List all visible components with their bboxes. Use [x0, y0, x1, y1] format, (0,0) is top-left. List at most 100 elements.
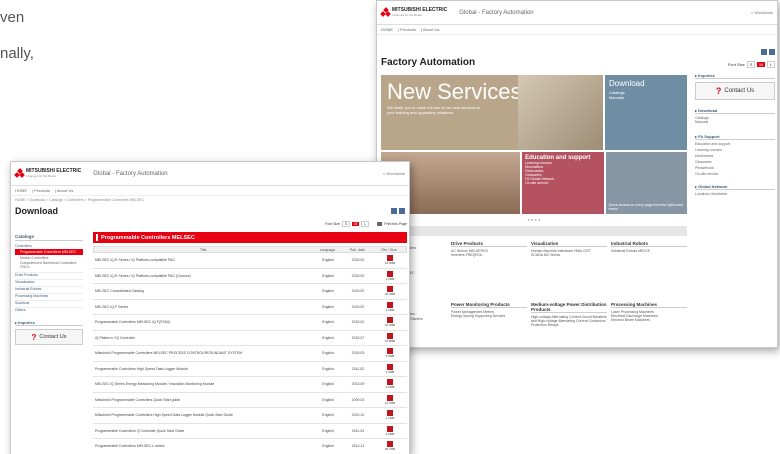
sidebar-link[interactable]: Phrasebook — [695, 166, 775, 170]
worldwide-link[interactable]: » Worldwide — [751, 10, 773, 15]
row-title[interactable]: MELSEC Consolidated Catalog — [93, 289, 313, 293]
printer-icon[interactable] — [377, 222, 383, 226]
row-title[interactable]: Programmable Controllers MELSEC-L series — [93, 444, 313, 448]
table-row[interactable]: Mitsubishi Programmable Controllers MELS… — [93, 346, 407, 362]
row-file[interactable]: 12.7MB — [373, 394, 407, 405]
row-title[interactable]: MELSEC iQ-R Series / iQ Platform-compati… — [93, 274, 313, 278]
nav-products[interactable]: Products — [400, 27, 416, 32]
table-row[interactable]: MELSEC iQ-R Series / iQ Platform-compati… — [93, 269, 407, 284]
left-nav-item[interactable]: Processing Machines — [15, 293, 83, 298]
nav-home[interactable]: HOME — [15, 188, 27, 193]
font-size-m[interactable]: M — [757, 61, 765, 67]
print-icon[interactable] — [391, 208, 397, 214]
font-size-s[interactable]: S — [746, 60, 756, 68]
row-file[interactable]: 3.6MB — [373, 379, 407, 389]
row-title[interactable]: MELSEC iQ-F Series — [93, 305, 313, 309]
row-file[interactable]: 15.8MB — [373, 332, 407, 343]
left-nav-item[interactable]: Solutions — [15, 300, 83, 305]
new-services-banner[interactable]: New Services We invite you to make full … — [381, 75, 603, 150]
sidebar-link[interactable]: Locations Worldwide — [695, 192, 775, 196]
left-nav-item[interactable]: Drive Products — [15, 272, 83, 277]
row-title[interactable]: iQ Platform / iQ Controller — [93, 336, 313, 340]
table-row[interactable]: MELSEC iQ-R Series / iQ Platform-compati… — [93, 253, 407, 269]
row-title[interactable]: Programmable Controllers Q Controller Qu… — [93, 429, 313, 433]
worldwide-link[interactable]: » Worldwide — [383, 171, 405, 176]
row-title[interactable]: MELSEC iQ Series Energy Measuring Module… — [93, 382, 313, 386]
mitsubishi-logo[interactable]: MITSUBISHI ELECTRIC Changes for the Bett… — [380, 7, 447, 17]
font-size-s[interactable]: S — [342, 221, 351, 227]
sidebar-link[interactable]: Glossaries — [695, 160, 775, 164]
nav-home[interactable]: HOME — [381, 27, 393, 32]
font-size-l[interactable]: L — [766, 60, 775, 68]
education-panel[interactable]: Education and support Learning courses S… — [522, 152, 604, 214]
category-title[interactable]: Industrial Robots — [611, 241, 687, 247]
mitsubishi-logo[interactable]: MITSUBISHI ELECTRIC Changes for the Bett… — [14, 168, 81, 178]
row-title[interactable]: Mitsubishi Programmable Controllers High… — [93, 413, 313, 417]
table-row[interactable]: Programmable Controllers MELSEC-L series… — [93, 439, 407, 454]
category-title[interactable]: Drive Products — [451, 241, 527, 247]
print-icon[interactable] — [761, 49, 767, 55]
category-link[interactable]: High-voltage Alternating Current Circuit… — [531, 315, 607, 323]
category-title[interactable]: Processing Machines — [611, 302, 687, 308]
table-row[interactable]: MELSEC iQ Series Energy Measuring Module… — [93, 377, 407, 393]
nav-about[interactable]: About Us — [57, 188, 73, 193]
table-row[interactable]: Mitsubishi Programmable Controllers High… — [93, 408, 407, 424]
category-link[interactable]: Energy Saving Supporting Devices — [451, 314, 527, 318]
nav-about[interactable]: About Us — [423, 27, 439, 32]
category-title[interactable]: Power Monitoring Products — [451, 302, 527, 308]
row-file[interactable]: 30.3MB — [373, 286, 407, 296]
left-nav-item[interactable]: Industrial Robots — [15, 286, 83, 291]
row-title[interactable]: Programmable Controllers High Speed Data… — [93, 367, 313, 371]
row-file[interactable]: 2.4MB — [373, 363, 407, 374]
sidebar-link[interactable]: On-site service — [695, 172, 775, 176]
category-title[interactable]: Medium-voltage Power Distribution Produc… — [531, 302, 607, 313]
table-row[interactable]: Programmable Controllers High Speed Data… — [93, 362, 407, 377]
left-nav-item[interactable]: Computerized Numerical Controllers CNCs — [15, 261, 83, 269]
share-icon[interactable] — [769, 49, 775, 55]
font-size-m[interactable]: M — [352, 222, 360, 226]
print-link[interactable]: Print this Page — [384, 222, 407, 226]
sidebar-link[interactable]: Manuals — [695, 120, 775, 124]
row-file[interactable]: 4.9MB — [373, 425, 407, 436]
row-file[interactable]: 10.2MB — [373, 317, 407, 327]
row-title[interactable]: Mitsubishi Programmable Controllers Quic… — [93, 398, 313, 402]
table-row[interactable]: Programmable Controllers MELSEC iQ-F(FX5… — [93, 315, 407, 331]
row-file[interactable]: 3.2MB — [373, 270, 407, 281]
download-item-manuals[interactable]: Manuals — [609, 95, 683, 100]
share-icon[interactable] — [399, 208, 405, 214]
left-nav-item[interactable]: Motion Controllers — [15, 256, 83, 260]
font-size-l[interactable]: L — [361, 221, 370, 227]
nav-products[interactable]: Products — [34, 188, 50, 193]
left-nav-item-active[interactable]: Programmable Controllers MELSEC — [15, 249, 83, 255]
contact-us-button[interactable]: ? Contact Us — [15, 329, 83, 345]
table-row[interactable]: Programmable Controllers Q Controller Qu… — [93, 424, 407, 439]
category-link[interactable]: SCADA MC Works — [531, 253, 607, 257]
category-link[interactable]: Inverters FREQROL — [451, 253, 527, 257]
table-row[interactable]: iQ Platform / iQ Controller English 2015.0… — [93, 331, 407, 346]
row-file[interactable]: 12.5MB — [373, 255, 407, 265]
row-file[interactable]: 25.7MB — [373, 441, 407, 451]
sidebar-link[interactable]: Education and support — [695, 142, 775, 146]
category-title[interactable]: Visualization — [531, 241, 607, 247]
breadcrumb[interactable]: HOME > Download > Catalogs > Controllers… — [11, 196, 409, 204]
row-title[interactable]: Programmable Controllers MELSEC iQ-F(FX5… — [93, 320, 313, 324]
sidebar-link[interactable]: Dictionaries — [695, 154, 775, 158]
table-row[interactable]: MELSEC Consolidated Catalog English 2015.0… — [93, 284, 407, 300]
contact-us-button[interactable]: ? Contact Us — [695, 82, 775, 100]
table-row[interactable]: MELSEC iQ-F Series English 2015.02 4.2MB — [93, 300, 407, 315]
row-file[interactable]: 5.9MB — [373, 348, 407, 358]
category-link[interactable]: Industrial Robots MELFA — [611, 249, 687, 253]
left-nav-item[interactable]: Others — [15, 307, 83, 312]
table-row[interactable]: Mitsubishi Programmable Controllers Quic… — [93, 393, 407, 408]
row-title[interactable]: Mitsubishi Programmable Controllers MELS… — [93, 351, 313, 355]
left-nav-item[interactable]: Visualization — [15, 279, 83, 284]
download-panel[interactable]: Download Catalogs Manuals — [605, 75, 687, 150]
edu-item[interactable]: On-site service — [525, 181, 600, 185]
category-link[interactable]: Protection Relays — [531, 323, 607, 327]
row-title[interactable]: MELSEC iQ-R Series / iQ Platform-compati… — [93, 258, 313, 262]
carousel-dots[interactable]: ● ● ● ● — [381, 217, 687, 222]
sidebar-link[interactable]: Learning courses — [695, 148, 775, 152]
row-file[interactable]: 4.2MB — [373, 301, 407, 312]
left-nav-item[interactable]: Controllers — [15, 244, 83, 248]
category-link[interactable]: Electron Beam Machines — [611, 318, 687, 322]
